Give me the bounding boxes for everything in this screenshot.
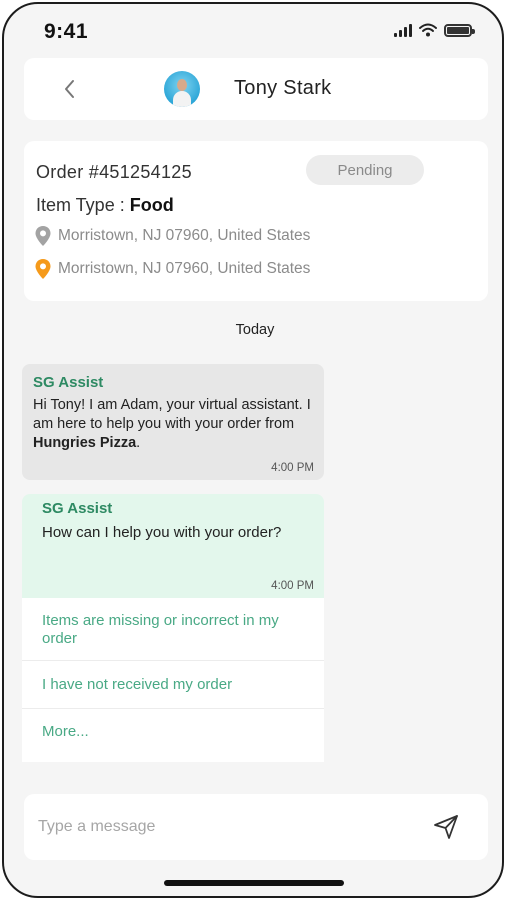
item-type: Item Type : Food [36,195,174,216]
dropoff-address-row: Morristown, NJ 07960, United States [34,258,310,280]
message-time: 4:00 PM [271,580,314,592]
item-type-value: Food [129,195,174,215]
contact-name: Tony Stark [234,77,332,99]
item-type-label: Item Type : [36,195,130,215]
location-pin-gray-icon [35,226,51,246]
assistant-message-bubble: SG Assist How can I help you with your o… [22,494,324,598]
status-icons [394,23,475,37]
restaurant-name: Hungries Pizza [33,435,137,451]
message-input[interactable] [38,808,408,846]
divider [22,660,324,661]
quick-reply-not-received[interactable]: I have not received my order [22,676,324,694]
send-button[interactable] [432,813,462,843]
order-number: Order #451254125 [36,162,192,182]
assistant-message-bubble: SG Assist Hi Tony! I am Adam, your virtu… [22,364,324,480]
order-card[interactable]: Order #451254125 Pending Item Type : Foo… [24,141,488,301]
message-text: How can I help you with your order? [42,524,282,541]
message-composer [24,794,488,860]
date-divider: Today [235,322,275,338]
avatar[interactable] [164,71,200,107]
sender-name: SG Assist [33,374,104,391]
battery-icon [444,23,475,37]
message-text: Hi Tony! I am Adam, your virtual assista… [33,397,311,451]
phone-frame: 9:41 Tony Stark Order #451254125 Pending… [2,2,504,898]
chat-header: Tony Stark [24,58,488,120]
chevron-left-icon [65,80,74,98]
send-icon [434,815,458,839]
quick-reply-list: Items are missing or incorrect in my ord… [22,598,324,762]
location-pin-orange-icon [35,259,51,279]
status-bar: 9:41 [4,4,502,56]
message-time: 4:00 PM [271,462,314,474]
quick-reply-missing-items[interactable]: Items are missing or incorrect in my ord… [22,612,324,648]
sender-name: SG Assist [42,500,113,517]
pickup-address: Morristown, NJ 07960, United States [58,227,311,244]
status-time: 9:41 [44,20,89,43]
cellular-signal-icon [394,23,412,37]
status-badge: Pending [306,155,424,185]
divider [22,708,324,709]
pickup-address-row: Morristown, NJ 07960, United States [34,225,310,247]
home-indicator[interactable] [164,880,344,886]
quick-reply-more[interactable]: More... [22,723,324,741]
dropoff-address: Morristown, NJ 07960, United States [58,260,311,277]
wifi-icon [419,23,437,37]
back-button[interactable] [54,74,84,104]
